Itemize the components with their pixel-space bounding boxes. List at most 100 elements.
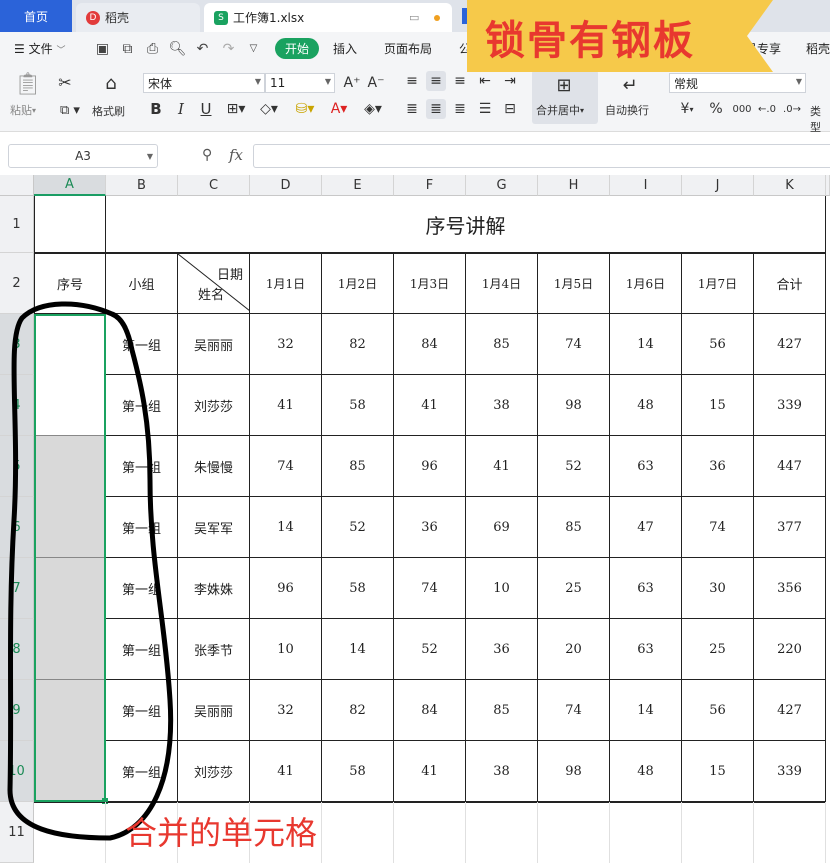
value-cell[interactable]: 38 (466, 375, 538, 436)
total-cell[interactable]: 377 (754, 497, 826, 558)
header-group[interactable]: 小组 (106, 253, 178, 314)
name-cell[interactable]: 刘莎莎 (178, 741, 250, 802)
format-painter-icon[interactable]: ⌂ (100, 70, 122, 96)
merged-index-cell-4[interactable] (34, 680, 106, 802)
value-cell[interactable]: 41 (394, 375, 466, 436)
wrap-text-button[interactable]: ↵ 自动换行 (602, 70, 658, 124)
value-cell[interactable]: 41 (250, 375, 322, 436)
value-cell[interactable]: 47 (610, 497, 682, 558)
value-cell[interactable]: 20 (538, 619, 610, 680)
value-cell[interactable]: 63 (610, 436, 682, 497)
menu-page-layout[interactable]: 页面布局 (384, 40, 432, 57)
value-cell[interactable]: 84 (394, 680, 466, 741)
value-cell[interactable]: 52 (538, 436, 610, 497)
header-date-name-diagonal[interactable]: 日期 姓名 (178, 253, 250, 314)
value-cell[interactable]: 74 (682, 497, 754, 558)
formula-input[interactable] (253, 144, 830, 168)
name-cell[interactable]: 刘莎莎 (178, 375, 250, 436)
italic-button[interactable]: I (171, 99, 191, 119)
group-cell[interactable]: 第一组 (106, 558, 178, 619)
type-convert-button[interactable]: 类型 (810, 103, 830, 135)
value-cell[interactable]: 74 (250, 436, 322, 497)
decrease-indent-icon[interactable]: ⇤ (475, 71, 495, 91)
value-cell[interactable]: 30 (682, 558, 754, 619)
menu-start[interactable]: 开始 (275, 38, 319, 59)
group-cell[interactable]: 第一组 (106, 314, 178, 375)
total-cell[interactable]: 339 (754, 375, 826, 436)
row-header-3[interactable]: 3 (0, 314, 34, 375)
cut-icon[interactable]: ✂ (55, 72, 75, 92)
decrease-font-icon[interactable]: A⁻ (366, 73, 386, 93)
column-header-h[interactable]: H (538, 175, 610, 196)
value-cell[interactable]: 85 (466, 680, 538, 741)
value-cell[interactable]: 58 (322, 375, 394, 436)
header-date-2[interactable]: 1月2日 (322, 253, 394, 314)
value-cell[interactable]: 32 (250, 314, 322, 375)
name-cell[interactable]: 吴丽丽 (178, 680, 250, 741)
value-cell[interactable]: 14 (610, 314, 682, 375)
increase-indent-icon[interactable]: ⇥ (500, 71, 520, 91)
currency-button[interactable]: ¥ ▾ (674, 99, 700, 119)
column-header-d[interactable]: D (250, 175, 322, 196)
tab-home[interactable]: 首页 (0, 0, 72, 32)
column-header-i[interactable]: I (610, 175, 682, 196)
value-cell[interactable]: 63 (610, 558, 682, 619)
number-format-select[interactable]: 常规 ▼ (669, 73, 806, 93)
column-header-g[interactable]: G (466, 175, 538, 196)
row-header-6[interactable]: 6 (0, 497, 34, 558)
total-cell[interactable]: 339 (754, 741, 826, 802)
value-cell[interactable]: 14 (250, 497, 322, 558)
increase-decimal-icon[interactable]: ←.0 (757, 99, 777, 119)
row-header-2[interactable]: 2 (0, 253, 34, 314)
value-cell[interactable]: 48 (610, 741, 682, 802)
value-cell[interactable]: 84 (394, 314, 466, 375)
value-cell[interactable]: 15 (682, 375, 754, 436)
value-cell[interactable]: 25 (538, 558, 610, 619)
group-cell[interactable]: 第一组 (106, 680, 178, 741)
copy-icon[interactable]: ⧉ ▾ (55, 100, 85, 120)
fill-color-icon[interactable]: ⛁▾ (290, 99, 320, 119)
redo-icon[interactable]: ↷ (220, 40, 237, 57)
column-header-e[interactable]: E (322, 175, 394, 196)
header-date-7[interactable]: 1月7日 (682, 253, 754, 314)
value-cell[interactable]: 41 (250, 741, 322, 802)
header-date-1[interactable]: 1月1日 (250, 253, 322, 314)
group-cell[interactable]: 第一组 (106, 741, 178, 802)
zoom-icon[interactable]: ⚲ (202, 147, 212, 163)
value-cell[interactable]: 10 (466, 558, 538, 619)
value-cell[interactable]: 74 (394, 558, 466, 619)
font-name-select[interactable]: 宋体 ▼ (143, 73, 265, 93)
underline-button[interactable]: U (196, 99, 216, 119)
menu-docer[interactable]: 稻壳 (806, 40, 830, 57)
value-cell[interactable]: 85 (322, 436, 394, 497)
value-cell[interactable]: 58 (322, 558, 394, 619)
column-header-b[interactable]: B (106, 175, 178, 196)
group-cell[interactable]: 第一组 (106, 375, 178, 436)
menu-file[interactable]: ☰ 文件 ﹀ (14, 40, 65, 57)
value-cell[interactable]: 56 (682, 314, 754, 375)
row-header-4[interactable]: 4 (0, 375, 34, 436)
value-cell[interactable]: 14 (322, 619, 394, 680)
name-cell[interactable]: 李姝姝 (178, 558, 250, 619)
select-all-corner[interactable] (0, 175, 34, 196)
print-icon[interactable]: ⎙ (144, 40, 161, 57)
total-cell[interactable]: 447 (754, 436, 826, 497)
column-header-c[interactable]: C (178, 175, 250, 196)
merged-index-cell-3[interactable] (34, 558, 106, 680)
align-bottom-icon[interactable]: ≡ (450, 71, 470, 91)
thousands-button[interactable]: 000 (731, 99, 753, 119)
row-header-11[interactable]: 11 (0, 802, 34, 863)
save-icon[interactable]: ▣ (94, 40, 111, 57)
row-header-9[interactable]: 9 (0, 680, 34, 741)
value-cell[interactable]: 36 (394, 497, 466, 558)
header-index[interactable]: 序号 (34, 253, 106, 314)
distribute-icon[interactable]: ⊟ (500, 99, 520, 119)
value-cell[interactable]: 96 (250, 558, 322, 619)
value-cell[interactable]: 25 (682, 619, 754, 680)
tab-workbook[interactable]: S 工作簿1.xlsx ▭ (204, 3, 452, 32)
column-header-a[interactable]: A (34, 175, 106, 196)
column-header-k[interactable]: K (754, 175, 826, 196)
format-painter-button[interactable]: 格式刷 (92, 103, 125, 119)
clear-format-icon[interactable]: ◈▾ (358, 99, 388, 119)
header-date-4[interactable]: 1月4日 (466, 253, 538, 314)
